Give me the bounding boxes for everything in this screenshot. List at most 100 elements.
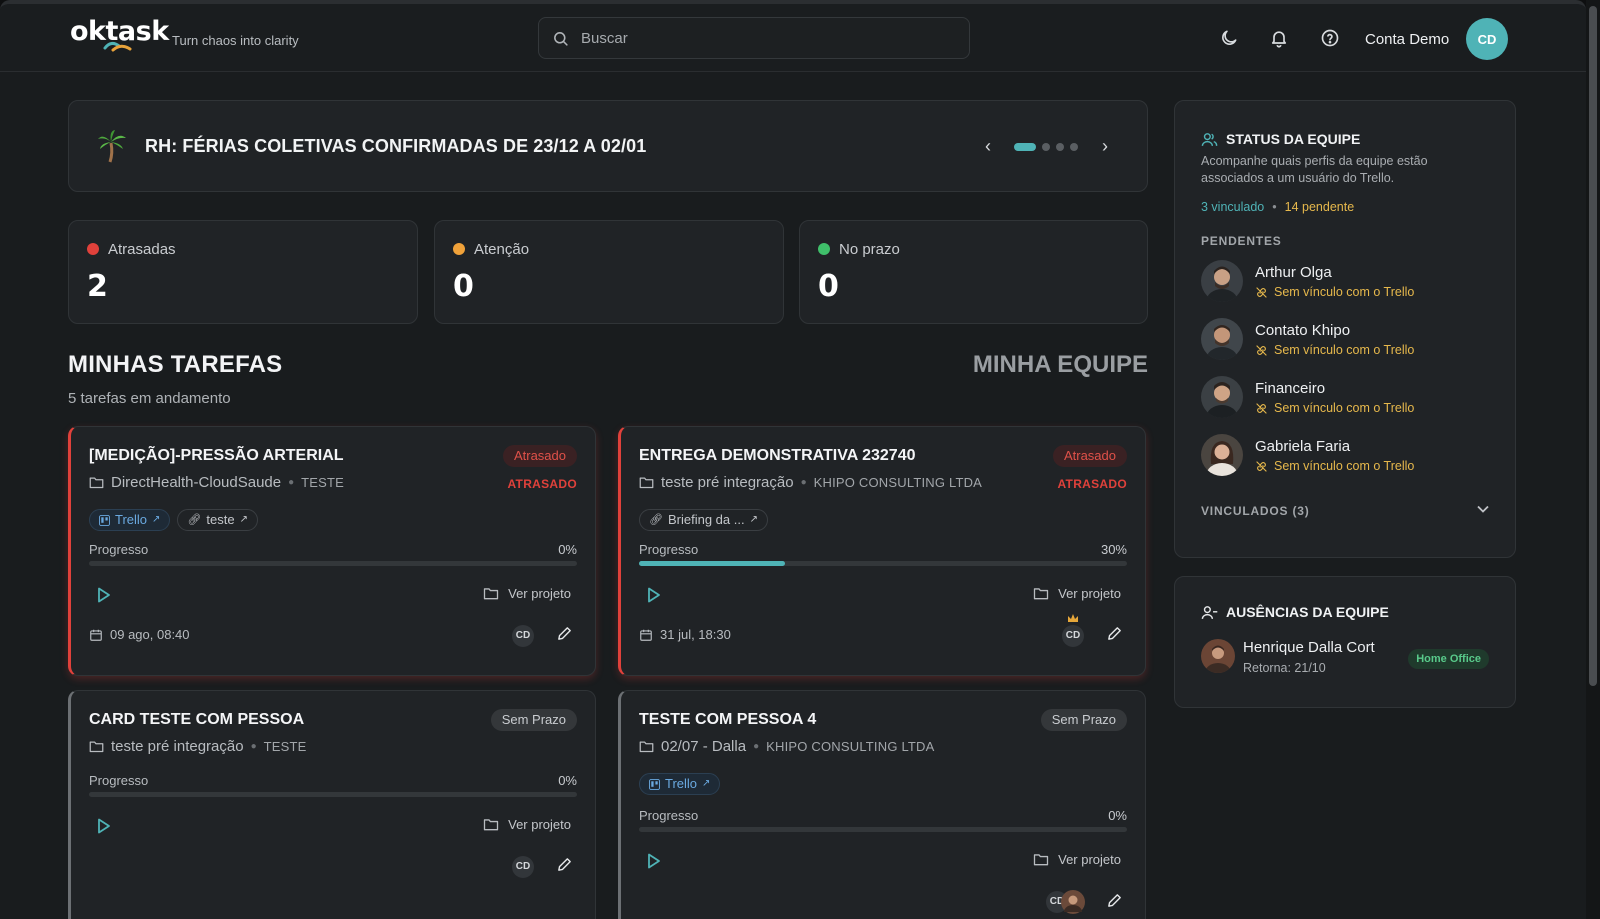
bell-icon[interactable] [1269,28,1289,48]
view-project-button[interactable]: Ver projeto [483,586,571,601]
absence-type-badge: Home Office [1408,649,1489,669]
edit-icon[interactable] [556,856,573,873]
folder-icon [483,588,499,600]
tab-my-team[interactable]: MINHA EQUIPE [970,351,1148,379]
app-window: oktask Turn chaos into clarity Conta Dem… [0,0,1586,919]
banner-dot[interactable] [1042,143,1050,151]
project-line: teste pré integração ● KHIPO CONSULTING … [639,474,982,491]
project-name[interactable]: teste pré integração [111,738,244,755]
client-name: KHIPO CONSULTING LTDA [766,739,935,754]
view-project-button[interactable]: Ver projeto [1033,852,1121,867]
trello-link-chip[interactable]: Trello ↗ [639,773,721,795]
trello-link-chip[interactable]: Trello ↗ [89,509,171,531]
member-status: Sem vínculo com o Trello [1255,343,1414,357]
edit-icon[interactable] [1106,892,1123,909]
banner-dot[interactable] [1056,143,1064,151]
team-member[interactable]: Contato Khipo Sem vínculo com o Trello [1201,318,1491,362]
due-date-text: 09 ago, 08:40 [110,627,190,642]
linked-count: 3 vinculado [1201,200,1265,214]
moon-icon[interactable] [1219,28,1239,48]
person-avatar-photo[interactable] [1061,890,1085,914]
search-input[interactable] [581,26,951,50]
member-status: Sem vínculo com o Trello [1255,285,1414,299]
banner-text: RH: FÉRIAS COLETIVAS CONFIRMADAS DE 23/1… [145,136,647,156]
banner-pagination [1014,143,1078,151]
late-label: ATRASADO [507,477,577,491]
link-chips: Trello ↗ [639,773,721,795]
stat-value: 0 [453,269,474,304]
section-title-my-tasks[interactable]: MINHAS TAREFAS [68,351,282,379]
team-member[interactable]: Arthur Olga Sem vínculo com o Trello [1201,260,1491,304]
play-icon[interactable] [647,853,661,869]
project-name[interactable]: DirectHealth-CloudSaude [111,474,281,491]
scrollbar[interactable] [1586,0,1600,919]
link-chip[interactable]: 🔗︎ teste ↗ [177,509,258,531]
member-name: Contato Khipo [1255,322,1351,339]
pending-heading: PENDENTES [1201,234,1282,248]
help-icon[interactable] [1320,28,1340,48]
link-chip[interactable]: 🔗︎ Briefing da ... ↗ [639,509,768,531]
project-name[interactable]: teste pré integração [661,474,794,491]
banner-dot[interactable] [1070,143,1078,151]
edit-icon[interactable] [556,625,573,642]
view-project-label: Ver projeto [508,817,571,832]
link-chips: 🔗︎ Briefing da ... ↗ [639,509,768,531]
task-card[interactable]: TESTE COM PESSOA 4 Sem Prazo 02/07 - Dal… [618,690,1146,919]
progress-label: Progresso [89,542,149,557]
link-off-icon [1256,402,1267,414]
view-project-button[interactable]: Ver projeto [1033,586,1121,601]
edit-icon[interactable] [1106,625,1123,642]
play-icon[interactable] [647,587,661,603]
avatar [1201,639,1235,673]
banner-dot[interactable] [1014,143,1036,151]
assignee-avatar[interactable]: CD [1062,625,1084,647]
banner-prev-button[interactable]: ‹ [978,136,998,156]
tagline: Turn chaos into clarity [172,33,299,48]
play-icon[interactable] [97,587,111,603]
project-name[interactable]: 02/07 - Dalla [661,738,746,755]
client-name: TESTE [263,739,307,754]
team-member[interactable]: Financeiro Sem vínculo com o Trello [1201,376,1491,420]
progress-bar [639,827,1127,832]
status-badge: Sem Prazo [490,709,577,731]
member-status: Sem vínculo com o Trello [1255,459,1414,473]
account-name[interactable]: Conta Demo [1365,31,1449,48]
link-chips: Trello ↗ 🔗︎ teste ↗ [89,509,258,531]
play-icon[interactable] [97,818,111,834]
project-line: DirectHealth-CloudSaude ● TESTE [89,474,344,491]
external-link-icon: ↗ [749,514,758,525]
separator-dot: ● [288,477,295,488]
stat-label: No prazo [839,241,900,258]
account-avatar[interactable]: CD [1466,18,1508,60]
trello-icon [99,514,110,526]
search-box[interactable] [538,17,970,59]
task-title[interactable]: CARD TESTE COM PESSOA [89,711,304,729]
calendar-icon [90,629,102,641]
absent-person-name: Henrique Dalla Cort [1243,639,1375,656]
team-status-panel: STATUS DA EQUIPE Acompanhe quais perfis … [1174,100,1516,558]
user-minus-icon [1201,605,1218,619]
stat-card-late[interactable]: Atrasadas 2 [68,220,418,324]
stat-card-on-time[interactable]: No prazo 0 [799,220,1148,324]
chevron-down-icon[interactable] [1477,505,1489,513]
team-member[interactable]: Gabriela Faria Sem vínculo com o Trello [1201,434,1491,478]
return-date: Retorna: 21/10 [1243,661,1326,675]
stat-card-attention[interactable]: Atenção 0 [434,220,784,324]
task-card[interactable]: [MEDIÇÃO]-PRESSÃO ARTERIAL Atrasado Dire… [68,426,596,676]
task-title[interactable]: ENTREGA DEMONSTRATIVA 232740 [639,447,916,465]
project-line: teste pré integração ● TESTE [89,738,307,755]
task-card[interactable]: CARD TESTE COM PESSOA Sem Prazo teste pr… [68,690,596,919]
assignee-avatar[interactable]: CD [512,625,534,647]
progress-bar [89,561,577,566]
linked-section-toggle[interactable]: VINCULADOS (3) [1201,504,1310,518]
task-title[interactable]: TESTE COM PESSOA 4 [639,711,816,729]
assignee-avatar[interactable]: CD [512,856,534,878]
view-project-button[interactable]: Ver projeto [483,817,571,832]
task-card[interactable]: ENTREGA DEMONSTRATIVA 232740 Atrasado te… [618,426,1146,676]
progress-value: 0% [558,542,577,557]
folder-icon [639,477,654,489]
scrollbar-thumb[interactable] [1589,6,1597,686]
logo-wave-icon [103,41,132,52]
task-title[interactable]: [MEDIÇÃO]-PRESSÃO ARTERIAL [89,447,344,465]
banner-next-button[interactable]: › [1095,136,1115,156]
